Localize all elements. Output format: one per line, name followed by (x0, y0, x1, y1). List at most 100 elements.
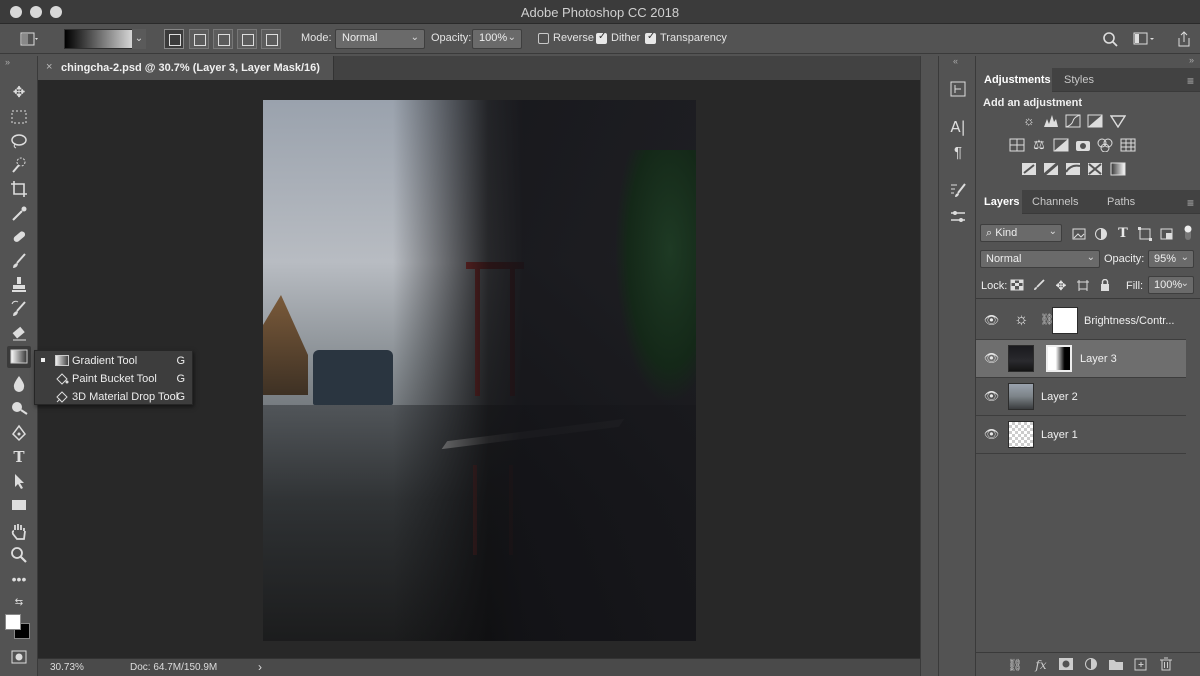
layer-thumbnail[interactable] (1008, 421, 1034, 448)
document-canvas-image[interactable] (263, 100, 696, 641)
paragraph-panel-icon[interactable]: ¶ (947, 142, 969, 164)
workspace-switcher-icon[interactable] (1132, 29, 1156, 49)
character-panel-icon[interactable]: A| (947, 116, 969, 138)
hue-saturation-icon[interactable] (1009, 138, 1025, 152)
posterize-icon[interactable] (1043, 161, 1059, 177)
gradient-map-icon[interactable] (1110, 162, 1126, 176)
blend-mode-select[interactable]: Normal ⌄ (980, 250, 1100, 268)
lock-all-icon[interactable] (1097, 278, 1113, 293)
flyout-item-gradient-tool[interactable]: Gradient Tool G (35, 352, 192, 370)
layer-mask-thumbnail[interactable] (1052, 307, 1078, 334)
layer-mask-thumbnail[interactable] (1046, 345, 1072, 372)
layer-row-layer-2[interactable]: 👁 Layer 2 (976, 378, 1186, 416)
collapse-arrows-icon[interactable]: » (1189, 55, 1194, 65)
foreground-color-swatch[interactable] (5, 614, 21, 630)
tab-styles[interactable]: Styles (1056, 68, 1102, 92)
layer-style-fx-icon[interactable]: fx (1032, 657, 1050, 673)
clone-stamp-tool-icon[interactable] (7, 274, 31, 296)
lock-position-icon[interactable]: ✥ (1053, 279, 1069, 293)
filter-adjustment-layers-icon[interactable] (1093, 227, 1109, 241)
crop-tool-icon[interactable] (7, 178, 31, 200)
status-menu-arrow-icon[interactable]: › (258, 660, 262, 674)
vertical-scrollbar[interactable] (920, 56, 938, 676)
mode-select[interactable]: Normal ⌄ (335, 29, 425, 49)
collapse-arrows-icon[interactable]: » (5, 57, 10, 67)
linear-gradient-button[interactable] (164, 29, 184, 49)
layer-opacity-input[interactable]: 95% ⌄ (1148, 250, 1194, 268)
layer-thumbnail[interactable] (1008, 383, 1034, 410)
layer-row-layer-1[interactable]: 👁 Layer 1 (976, 416, 1186, 454)
zoom-level[interactable]: 30.73% (50, 662, 84, 673)
quick-mask-icon[interactable] (7, 646, 31, 668)
photo-filter-icon[interactable] (1075, 138, 1091, 152)
layer-fill-input[interactable]: 100% ⌄ (1148, 276, 1194, 294)
brightness-contrast-icon[interactable]: ☼ (1021, 114, 1037, 128)
tool-preset-picker[interactable] (18, 29, 40, 49)
move-tool-icon[interactable]: ✥ (7, 82, 31, 104)
reverse-checkbox[interactable] (538, 33, 549, 44)
eyedropper-tool-icon[interactable] (7, 202, 31, 224)
filter-smart-objects-icon[interactable] (1159, 227, 1175, 241)
add-mask-icon[interactable] (1057, 657, 1075, 673)
lasso-tool-icon[interactable] (7, 130, 31, 152)
layer-row-brightness-contrast[interactable]: 👁 ☼ ⛓ Brightness/Contr... (976, 302, 1186, 340)
visibility-eye-icon[interactable]: 👁 (984, 389, 999, 403)
tool-presets-panel-icon[interactable] (947, 206, 969, 228)
tab-channels[interactable]: Channels (1024, 190, 1086, 214)
pen-tool-icon[interactable] (7, 422, 31, 444)
blur-tool-icon[interactable] (7, 372, 31, 394)
document-tab[interactable]: × chingcha-2.psd @ 30.7% (Layer 3, Layer… (38, 56, 334, 80)
close-tab-icon[interactable]: × (46, 61, 52, 73)
new-adjustment-layer-icon[interactable] (1082, 657, 1100, 673)
marquee-tool-icon[interactable] (7, 106, 31, 128)
path-selection-tool-icon[interactable] (7, 470, 31, 492)
flyout-item-3d-material-drop-tool[interactable]: 3D Material Drop Tool G (35, 388, 192, 406)
history-brush-tool-icon[interactable] (7, 298, 31, 320)
gradient-tool-icon[interactable] (7, 346, 31, 368)
selective-color-icon[interactable] (1087, 162, 1103, 176)
tab-paths[interactable]: Paths (1099, 190, 1143, 214)
tab-adjustments[interactable]: Adjustments (976, 68, 1052, 92)
new-group-folder-icon[interactable] (1107, 657, 1125, 673)
zoom-tool-icon[interactable] (7, 544, 31, 566)
filter-pixel-layers-icon[interactable] (1071, 227, 1087, 241)
color-lookup-icon[interactable] (1120, 138, 1136, 152)
vibrance-icon[interactable] (1109, 114, 1127, 129)
rectangle-tool-icon[interactable] (7, 494, 31, 516)
lock-artboard-icon[interactable] (1075, 279, 1091, 293)
brush-tool-icon[interactable] (7, 250, 31, 272)
transparency-checkbox[interactable] (645, 31, 656, 44)
radial-gradient-button[interactable] (189, 29, 209, 49)
levels-icon[interactable] (1043, 114, 1059, 128)
diamond-gradient-button[interactable] (261, 29, 281, 49)
gradient-picker-chevron-down-icon[interactable]: ⌄ (132, 29, 146, 49)
history-panel-icon[interactable] (947, 78, 969, 100)
invert-icon[interactable] (1021, 162, 1037, 176)
layer-row-layer-3[interactable]: 👁 Layer 3 (976, 340, 1186, 378)
delete-layer-trash-icon[interactable] (1157, 657, 1175, 673)
flyout-item-paint-bucket-tool[interactable]: Paint Bucket Tool G (35, 370, 192, 388)
lock-image-pixels-icon[interactable] (1031, 279, 1047, 293)
filter-type-layers-icon[interactable]: T (1115, 227, 1131, 241)
layer-thumbnail[interactable] (1008, 345, 1034, 372)
color-balance-icon[interactable]: ⚖ (1031, 138, 1047, 152)
filter-shape-layers-icon[interactable] (1137, 227, 1153, 241)
visibility-eye-icon[interactable]: 👁 (984, 313, 999, 327)
reflected-gradient-button[interactable] (237, 29, 257, 49)
hand-tool-icon[interactable] (7, 520, 31, 542)
layer-filter-select[interactable]: ⌕ Kind ⌄ (980, 224, 1062, 242)
threshold-icon[interactable] (1065, 162, 1081, 176)
visibility-eye-icon[interactable]: 👁 (984, 427, 999, 441)
exposure-icon[interactable] (1087, 114, 1103, 128)
curves-icon[interactable] (1065, 114, 1081, 128)
eraser-tool-icon[interactable] (7, 322, 31, 344)
search-icon[interactable] (1102, 29, 1120, 49)
angle-gradient-button[interactable] (213, 29, 233, 49)
dither-checkbox[interactable] (596, 31, 607, 44)
more-tools-icon[interactable]: ••• (7, 568, 31, 590)
panel-menu-icon[interactable]: ≡ (1187, 74, 1194, 88)
dodge-tool-icon[interactable] (7, 396, 31, 418)
brush-settings-panel-icon[interactable] (947, 180, 969, 202)
new-layer-icon[interactable] (1132, 657, 1150, 673)
tab-layers[interactable]: Layers (976, 190, 1022, 214)
